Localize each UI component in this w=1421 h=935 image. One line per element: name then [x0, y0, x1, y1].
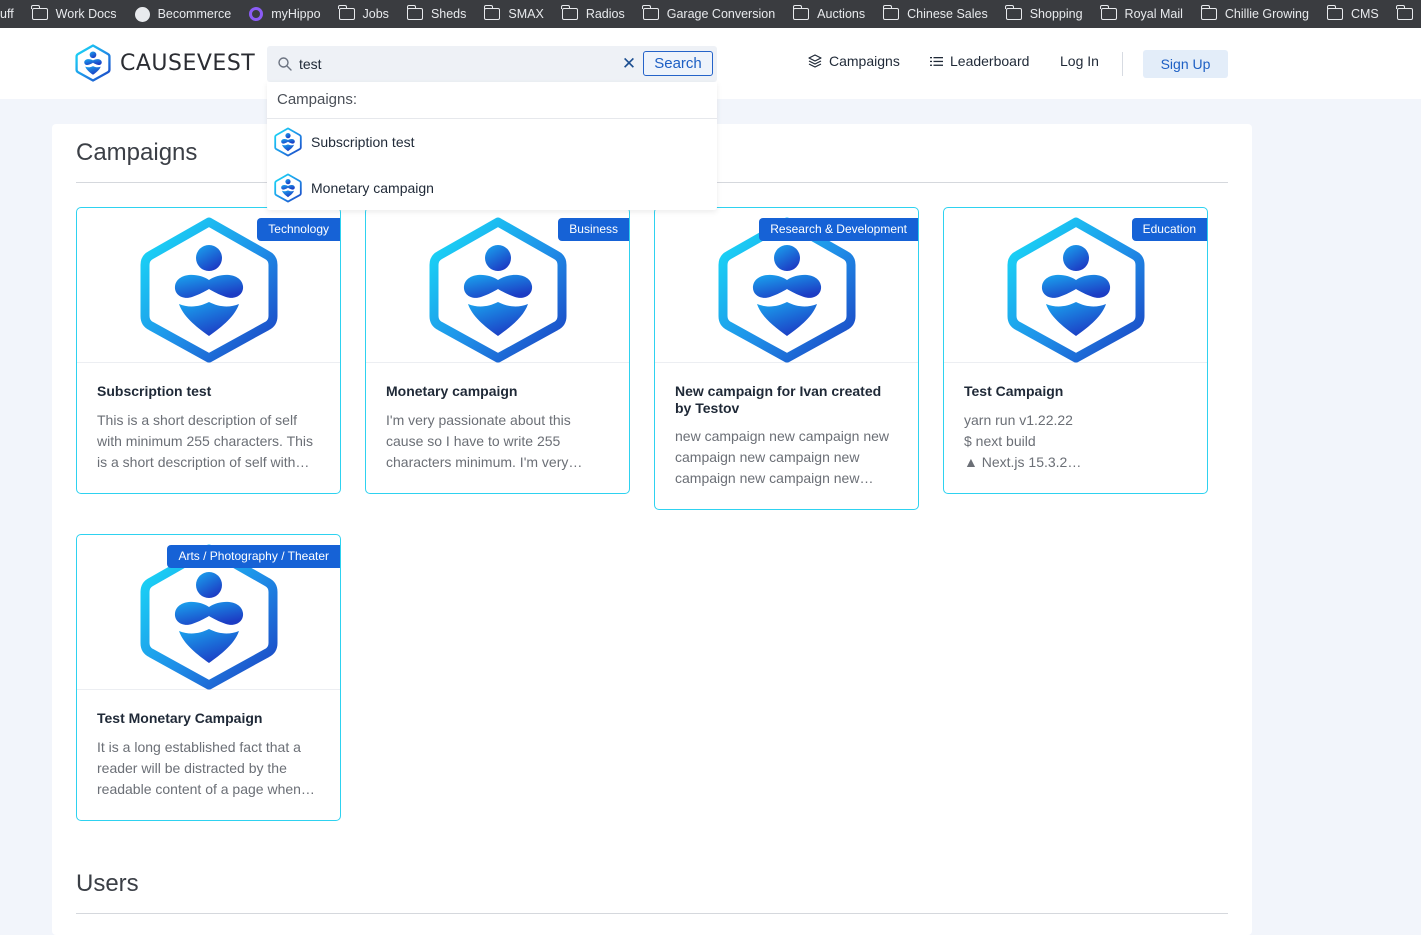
- campaign-description: I'm very passionate about this cause so …: [386, 412, 583, 470]
- campaign-logo-icon: [1006, 216, 1146, 364]
- folder-icon: [31, 5, 48, 20]
- dropdown-result-item[interactable]: Monetary campaign: [274, 172, 714, 204]
- search-button[interactable]: Search: [643, 51, 713, 76]
- bookmark-chillie-growing[interactable]: Chillie Growing: [1192, 0, 1318, 28]
- folder-icon: [1200, 5, 1217, 20]
- list-icon: [930, 56, 943, 66]
- bookmark-royal-mail[interactable]: Royal Mail: [1092, 0, 1192, 28]
- campaign-logo-icon: [274, 127, 302, 157]
- folder-icon: [483, 5, 501, 20]
- folder-icon: [882, 5, 900, 20]
- bookmark-folder[interactable]: [1388, 0, 1421, 28]
- campaigns-section-title: Campaigns: [76, 139, 198, 166]
- folder-icon: [561, 5, 578, 20]
- folder-icon: [406, 5, 423, 20]
- category-badge: Arts / Photography / Theater: [167, 545, 340, 568]
- nav-campaigns-label: Campaigns: [829, 53, 900, 69]
- folder-icon: [1396, 5, 1413, 20]
- hippo-icon: [249, 7, 264, 21]
- signup-button[interactable]: Sign Up: [1143, 50, 1228, 78]
- campaign-card[interactable]: Business Monetary campaign I'm very pass…: [365, 207, 630, 494]
- campaign-description: yarn run v1.22.22 $ next build ▲ Next.js…: [964, 410, 1189, 473]
- nav-divider: [1122, 52, 1123, 76]
- users-section-title: Users: [76, 870, 139, 897]
- campaign-description: It is a long established fact that a rea…: [97, 739, 315, 797]
- description-line: $ next build: [964, 433, 1036, 449]
- folder-icon: [1326, 5, 1343, 20]
- folder-icon: [792, 5, 810, 20]
- campaign-card[interactable]: Research & Development New campaign for …: [654, 207, 919, 510]
- campaign-title: Test Monetary Campaign: [97, 710, 263, 726]
- category-badge: Technology: [257, 218, 340, 241]
- search-icon: [278, 57, 292, 71]
- campaign-card[interactable]: Arts / Photography / Theater Test Moneta…: [76, 534, 341, 821]
- brand-logo[interactable]: CAUSEVEST: [75, 44, 255, 82]
- users-divider: [76, 913, 1228, 914]
- layers-icon: [808, 54, 822, 68]
- search-results-dropdown: Campaigns: Subscription test Monetary ca…: [267, 82, 717, 210]
- dropdown-result-item[interactable]: Subscription test: [274, 126, 714, 158]
- clear-search-button[interactable]: ✕: [619, 54, 639, 74]
- campaign-logo-icon: [274, 173, 302, 203]
- category-badge: Business: [558, 218, 629, 241]
- campaign-logo-icon: [428, 216, 568, 364]
- bookmark-uff[interactable]: uff: [0, 0, 23, 28]
- bookmark-auctions[interactable]: Auctions: [784, 0, 874, 28]
- campaign-title: Test Campaign: [964, 383, 1064, 399]
- bookmark-smax[interactable]: SMAX: [475, 0, 552, 28]
- github-icon: [134, 6, 150, 22]
- campaign-title: Monetary campaign: [386, 383, 518, 399]
- dropdown-header: Campaigns:: [277, 91, 358, 108]
- campaign-card[interactable]: Education Test Campaign yarn run v1.22.2…: [943, 207, 1208, 494]
- category-badge: Research & Development: [759, 218, 918, 241]
- dropdown-result-label: Monetary campaign: [311, 180, 434, 196]
- folder-icon: [338, 5, 355, 20]
- campaign-title: New campaign for Ivan created by Testov: [675, 383, 882, 416]
- causevest-logo-icon: [75, 44, 111, 82]
- bookmark-jobs[interactable]: Jobs: [330, 0, 398, 28]
- bookmark-radios[interactable]: Radios: [553, 0, 634, 28]
- description-line: yarn run v1.22.22: [964, 412, 1073, 428]
- nav-leaderboard-label: Leaderboard: [950, 53, 1030, 69]
- brand-name: CAUSEVEST: [120, 50, 256, 76]
- nav-leaderboard[interactable]: Leaderboard: [930, 53, 1029, 69]
- folder-icon: [1005, 5, 1022, 20]
- campaign-description: This is a short description of self with…: [97, 412, 314, 470]
- bookmark-myhippo[interactable]: myHippo: [240, 0, 329, 28]
- bookmark-becommerce[interactable]: Becommerce: [126, 0, 241, 28]
- search-input[interactable]: [299, 56, 599, 72]
- dropdown-result-label: Subscription test: [311, 134, 415, 150]
- bookmark-chinese-sales[interactable]: Chinese Sales: [874, 0, 997, 28]
- description-line: ▲ Next.js 15.3.2…: [964, 454, 1082, 470]
- campaign-card[interactable]: Technology Subscription test This is a s…: [76, 207, 341, 494]
- campaign-title: Subscription test: [97, 383, 212, 399]
- dropdown-divider: [267, 118, 717, 119]
- campaign-description: new campaign new campaign new campaign n…: [675, 428, 890, 486]
- login-label: Log In: [1060, 53, 1099, 69]
- bookmark-garage-conversion[interactable]: Garage Conversion: [634, 0, 784, 28]
- category-badge: Education: [1131, 218, 1207, 241]
- login-link[interactable]: Log In: [1060, 53, 1099, 69]
- folder-icon: [1100, 5, 1117, 20]
- search-bar: ✕ Search: [267, 46, 717, 82]
- folder-icon: [642, 5, 659, 20]
- bookmark-work-docs[interactable]: Work Docs: [23, 0, 126, 28]
- nav-campaigns[interactable]: Campaigns: [808, 53, 900, 69]
- bookmark-cms[interactable]: CMS: [1318, 0, 1388, 28]
- bookmark-shopping[interactable]: Shopping: [997, 0, 1092, 28]
- bookmarks-bar: uff Work Docs Becommerce myHippo Jobs Sh…: [0, 0, 1421, 28]
- bookmark-sheds[interactable]: Sheds: [398, 0, 475, 28]
